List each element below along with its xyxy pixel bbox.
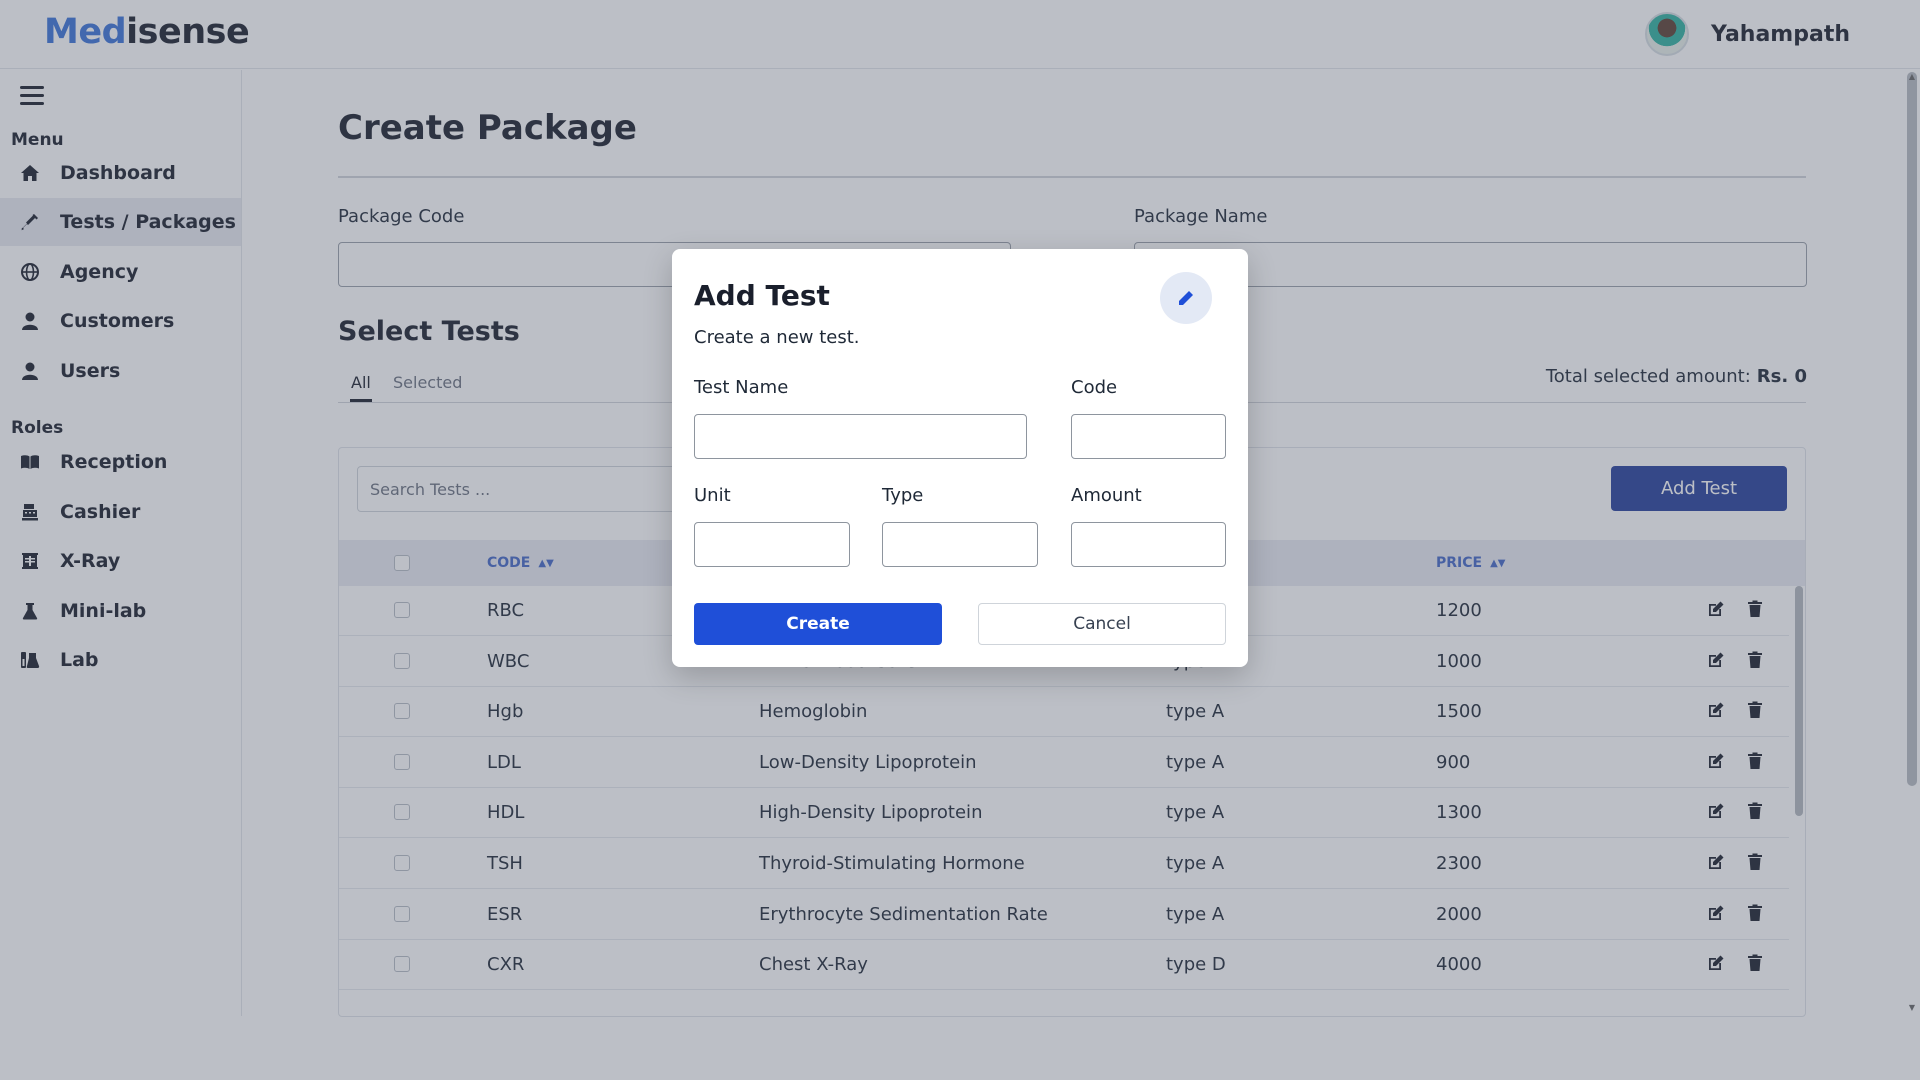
- pencil-icon: [1160, 272, 1212, 324]
- type-input[interactable]: [882, 522, 1038, 567]
- modal-title: Add Test: [694, 279, 830, 312]
- unit-input[interactable]: [694, 522, 850, 567]
- cancel-button[interactable]: Cancel: [978, 603, 1226, 645]
- test-name-input[interactable]: [694, 414, 1027, 459]
- add-test-modal: Add Test Create a new test. Test Name Co…: [672, 249, 1248, 667]
- type-label: Type: [882, 485, 924, 506]
- amount-label: Amount: [1071, 485, 1142, 506]
- create-button[interactable]: Create: [694, 603, 942, 645]
- code-label: Code: [1071, 377, 1118, 398]
- code-input[interactable]: [1071, 414, 1226, 459]
- amount-input[interactable]: [1071, 522, 1226, 567]
- unit-label: Unit: [694, 485, 731, 506]
- test-name-label: Test Name: [694, 377, 789, 398]
- modal-subtitle: Create a new test.: [694, 327, 860, 348]
